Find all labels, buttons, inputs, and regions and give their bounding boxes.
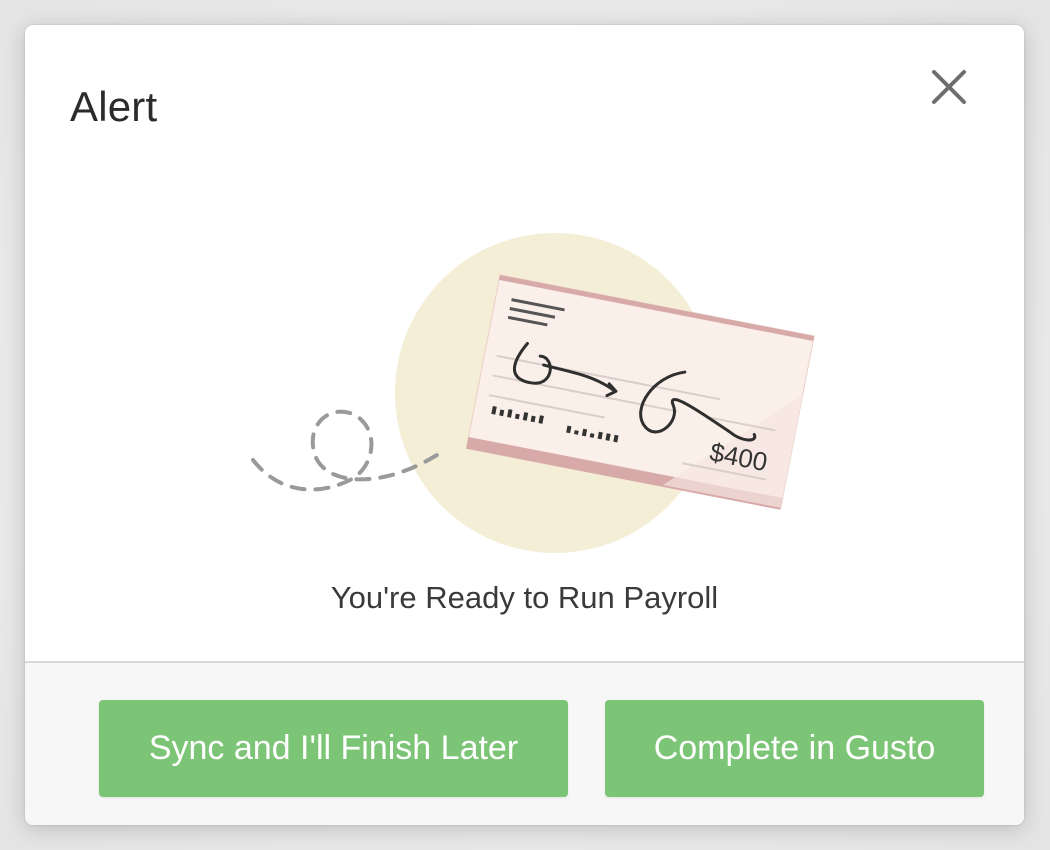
sync-finish-later-button[interactable]: Sync and I'll Finish Later [99,700,568,797]
complete-in-gusto-button[interactable]: Complete in Gusto [605,700,984,797]
close-icon [932,70,966,104]
alert-dialog: Alert $400 You're Ready to Run Payroll S… [25,25,1024,825]
dialog-footer: Sync and I'll Finish Later Complete in G… [25,661,1024,825]
close-button[interactable] [923,61,975,113]
dialog-title: Alert [70,83,158,130]
alert-message: You're Ready to Run Payroll [330,580,719,615]
paycheck-illustration: $400 [251,233,815,553]
